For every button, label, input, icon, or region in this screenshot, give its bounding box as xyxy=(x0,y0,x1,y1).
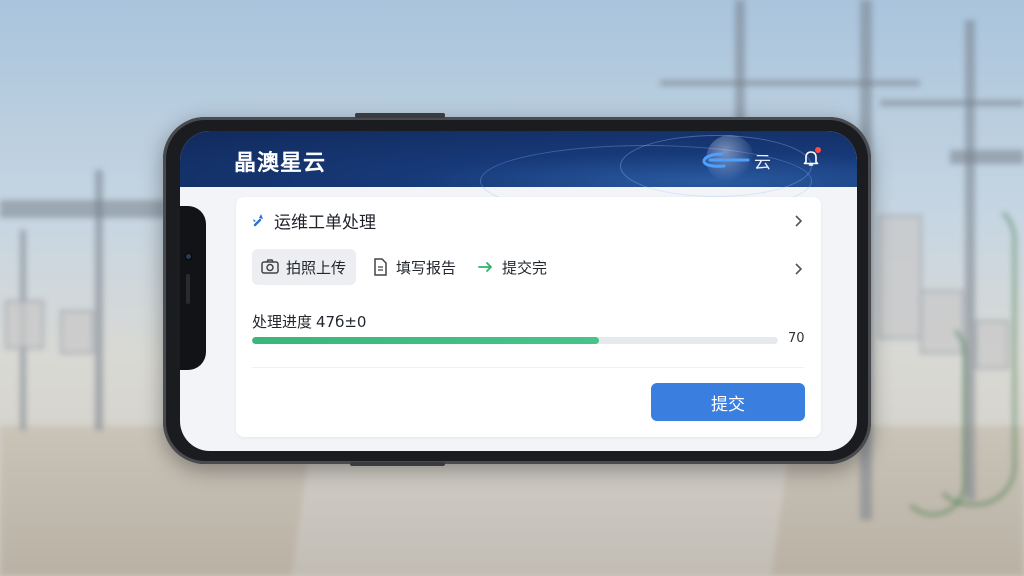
progress-bar xyxy=(252,337,778,344)
notification-bell-icon[interactable] xyxy=(802,147,821,167)
notification-dot xyxy=(815,147,821,153)
progress-label-text: 处理进度 xyxy=(252,313,313,331)
phone-side-button xyxy=(350,462,445,466)
step-label: 提交完 xyxy=(502,258,548,277)
app-logo: 云 xyxy=(702,135,771,183)
step-fill-report[interactable]: 填写报告 xyxy=(370,249,456,285)
progress-end-value: 70 xyxy=(788,331,805,346)
phone-screen: 晶澳星云 云 运维工单处理 拍照上传 填写报告 提交完 处理进度 47б±0 7… xyxy=(180,131,857,451)
progress-percent: 47б±0 xyxy=(316,313,367,331)
step-label: 拍照上传 xyxy=(286,258,347,277)
app-brand-title: 晶澳星云 xyxy=(234,151,327,176)
phone-notch xyxy=(180,206,206,370)
logo-text: 云 xyxy=(754,152,771,173)
step-submit-complete[interactable]: 提交完 xyxy=(476,249,547,285)
camera-icon xyxy=(261,259,279,274)
cloud-logo-icon xyxy=(702,152,750,168)
chevron-right-icon[interactable] xyxy=(792,215,804,227)
front-camera xyxy=(184,252,193,261)
progress-label: 处理进度 47б±0 xyxy=(252,311,366,332)
submit-button[interactable]: 提交 xyxy=(651,383,805,421)
progress-bar-fill xyxy=(252,337,600,344)
work-order-card: 运维工单处理 拍照上传 填写报告 提交完 处理进度 47б±0 70 提交 xyxy=(236,197,821,437)
step-photo-upload[interactable]: 拍照上传 xyxy=(252,249,357,285)
work-order-title: 运维工单处理 xyxy=(274,212,376,233)
work-order-title-row[interactable]: 运维工单处理 xyxy=(250,209,810,233)
process-steps: 拍照上传 填写报告 提交完 xyxy=(252,249,807,285)
wrench-icon xyxy=(253,214,263,227)
phone-speaker xyxy=(186,274,190,304)
chevron-right-icon[interactable] xyxy=(792,263,804,275)
document-icon xyxy=(374,258,387,276)
phone-side-button xyxy=(355,113,445,118)
app-header: 晶澳星云 云 xyxy=(180,131,857,217)
step-label: 填写报告 xyxy=(396,258,457,277)
divider xyxy=(252,367,804,368)
arrow-right-icon xyxy=(478,262,492,272)
